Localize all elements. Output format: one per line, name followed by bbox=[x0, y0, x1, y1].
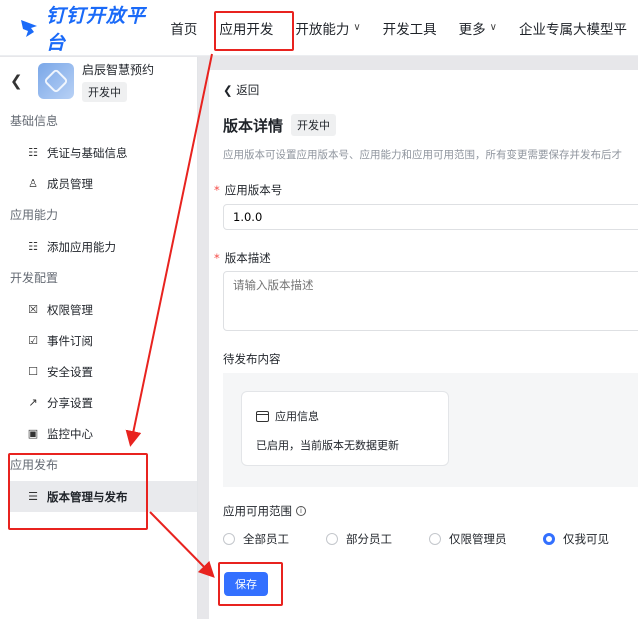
sidebar-item-label: 版本管理与发布 bbox=[47, 489, 128, 504]
app-info-card: 应用信息 已启用，当前版本无数据更新 bbox=[241, 391, 449, 466]
scope-radio[interactable]: 仅我可见 bbox=[543, 531, 623, 547]
main-panel: ❮ 返回 版本详情 开发中 应用版本可设置应用版本号、应用能力和应用可用范围，所… bbox=[209, 70, 638, 619]
nav-item-label: 首页 bbox=[170, 21, 198, 38]
app-header: ❮ 启辰智慧预约 开发中 bbox=[0, 57, 197, 105]
radio-circle-icon bbox=[543, 533, 555, 545]
radio-circle-icon bbox=[326, 533, 338, 545]
lock-icon: ☒ bbox=[28, 303, 38, 316]
scope-radio[interactable]: 部分员工 bbox=[326, 531, 429, 547]
nav-item[interactable]: 首页 bbox=[159, 0, 208, 56]
description-textarea[interactable] bbox=[223, 271, 638, 331]
sidebar-item[interactable]: ☷ 添加应用能力 bbox=[0, 231, 197, 262]
sidebar-groups: 基础信息 ☷ 凭证与基础信息 ♙ 成员管理应用能力 ☷ 添加应用能力开发配置 ☒ 权限管理 ☑ 事件… bbox=[0, 105, 197, 512]
sidebar-group-title: 开发配置 bbox=[10, 271, 59, 285]
sidebar-item[interactable]: ☷ 凭证与基础信息 bbox=[0, 137, 197, 168]
brand-name: 钉钉开放平台 bbox=[46, 4, 147, 54]
scope-radio-label: 全部员工 bbox=[243, 532, 289, 546]
event-icon: ☑ bbox=[28, 334, 38, 347]
dingtalk-logo-icon bbox=[20, 18, 38, 38]
version-input[interactable] bbox=[223, 204, 638, 230]
pending-label: 待发布内容 bbox=[223, 352, 281, 366]
sidebar: ❮ 启辰智慧预约 开发中 基础信息 ☷ 凭证与基础信息 ♙ 成员管理应用能力 ☷ 添加应用能… bbox=[0, 57, 198, 619]
nav-item-label: 企业专属大模型平 bbox=[519, 21, 627, 38]
share-icon: ↗ bbox=[28, 396, 38, 409]
scope-radio-label: 仅我可见 bbox=[563, 532, 609, 546]
screenshot-frame: 钉钉开放平台 首页 应用开发 开放能力 ∨ 开发工具 更多 ∨ 企业专属大模型平 ❮ 启辰智慧… bbox=[0, 0, 638, 619]
nav-item-label: 更多 bbox=[458, 21, 486, 38]
credential-icon: ☷ bbox=[28, 146, 38, 159]
sidebar-item-label: 成员管理 bbox=[47, 176, 93, 191]
sidebar-group-title: 应用发布 bbox=[10, 458, 59, 472]
scope-radio-group: 全部员工 部分员工 仅限管理员 仅我可见 bbox=[223, 531, 623, 547]
monitor-icon: ▣ bbox=[27, 427, 39, 440]
scope-label: 应用可用范围 bbox=[223, 504, 292, 518]
sidebar-item-label: 事件订阅 bbox=[47, 333, 93, 348]
add-capability-icon: ☷ bbox=[28, 240, 38, 253]
shield-icon: ☐ bbox=[28, 365, 38, 378]
nav-item-label: 应用开发 bbox=[219, 21, 274, 38]
top-nav: 钉钉开放平台 首页 应用开发 开放能力 ∨ 开发工具 更多 ∨ 企业专属大模型平 bbox=[0, 0, 638, 56]
sidebar-item[interactable]: ☰ 版本管理与发布 bbox=[8, 481, 197, 512]
app-icon bbox=[38, 63, 74, 99]
app-name: 启辰智慧预约 bbox=[82, 62, 155, 77]
sidebar-item-label: 添加应用能力 bbox=[47, 239, 116, 254]
nav-item[interactable]: 开放能力 ∨ bbox=[284, 0, 371, 56]
required-mark: * bbox=[214, 251, 220, 265]
sidebar-item[interactable]: ☒ 权限管理 bbox=[0, 294, 197, 325]
nav-item[interactable]: 应用开发 bbox=[208, 0, 284, 56]
page-title: 版本详情 bbox=[223, 117, 284, 135]
info-icon[interactable]: i bbox=[296, 506, 306, 516]
card-body: 已启用，当前版本无数据更新 bbox=[256, 439, 399, 452]
sidebar-item-label: 凭证与基础信息 bbox=[47, 145, 128, 160]
sidebar-item[interactable]: ☐ 安全设置 bbox=[0, 356, 197, 387]
card-title: 应用信息 bbox=[275, 410, 319, 423]
page-description: 应用版本可设置应用版本号、应用能力和应用可用范围，所有变更需要保存并发布后才 bbox=[223, 149, 622, 161]
sidebar-group-title: 基础信息 bbox=[10, 114, 59, 128]
nav-menu: 首页 应用开发 开放能力 ∨ 开发工具 更多 ∨ 企业专属大模型平 bbox=[159, 0, 638, 56]
chevron-down-icon: ∨ bbox=[353, 22, 361, 33]
scope-radio-label: 部分员工 bbox=[346, 532, 392, 546]
status-badge: 开发中 bbox=[291, 114, 336, 136]
nav-item[interactable]: 更多 ∨ bbox=[448, 0, 508, 56]
sidebar-item-label: 权限管理 bbox=[47, 302, 93, 317]
sidebar-item-label: 安全设置 bbox=[47, 364, 93, 379]
desc-label-wrap: * 版本描述 bbox=[214, 250, 271, 266]
nav-item[interactable]: 开发工具 bbox=[372, 0, 448, 56]
scope-radio[interactable]: 仅限管理员 bbox=[429, 531, 543, 547]
version-label: 应用版本号 bbox=[224, 183, 283, 197]
back-link[interactable]: ❮ 返回 bbox=[223, 82, 259, 98]
chevron-down-icon: ∨ bbox=[489, 22, 497, 33]
save-button[interactable]: 保存 bbox=[224, 572, 268, 596]
sidebar-item-label: 监控中心 bbox=[47, 426, 93, 441]
scope-radio[interactable]: 全部员工 bbox=[223, 531, 326, 547]
member-icon: ♙ bbox=[28, 177, 38, 190]
sidebar-group-title: 应用能力 bbox=[10, 208, 59, 222]
card-header: 应用信息 bbox=[256, 408, 319, 424]
app-status-badge: 开发中 bbox=[82, 81, 127, 102]
sidebar-item[interactable]: ☑ 事件订阅 bbox=[0, 325, 197, 356]
required-mark: * bbox=[214, 183, 220, 197]
nav-item-label: 开放能力 bbox=[295, 21, 350, 38]
brand-logo[interactable]: 钉钉开放平台 bbox=[20, 1, 153, 55]
version-label-wrap: * 应用版本号 bbox=[214, 182, 282, 198]
scope-radio-label: 仅限管理员 bbox=[449, 532, 507, 546]
nav-item[interactable]: 企业专属大模型平 bbox=[508, 0, 638, 56]
window-icon bbox=[256, 410, 269, 422]
sidebar-item-label: 分享设置 bbox=[47, 395, 93, 410]
back-label: 返回 bbox=[236, 83, 260, 97]
radio-circle-icon bbox=[429, 533, 441, 545]
sidebar-item[interactable]: ▣ 监控中心 bbox=[0, 418, 197, 449]
scope-label-wrap: 应用可用范围 i bbox=[223, 503, 306, 519]
sidebar-item[interactable]: ↗ 分享设置 bbox=[0, 387, 197, 418]
radio-circle-icon bbox=[223, 533, 235, 545]
desc-label: 版本描述 bbox=[224, 251, 271, 265]
layers-icon: ☰ bbox=[28, 490, 38, 503]
sidebar-item[interactable]: ♙ 成员管理 bbox=[0, 168, 197, 199]
nav-item-label: 开发工具 bbox=[382, 21, 437, 38]
back-arrow-icon[interactable]: ❮ bbox=[10, 72, 34, 90]
pending-content-box: 应用信息 已启用，当前版本无数据更新 bbox=[223, 373, 638, 487]
